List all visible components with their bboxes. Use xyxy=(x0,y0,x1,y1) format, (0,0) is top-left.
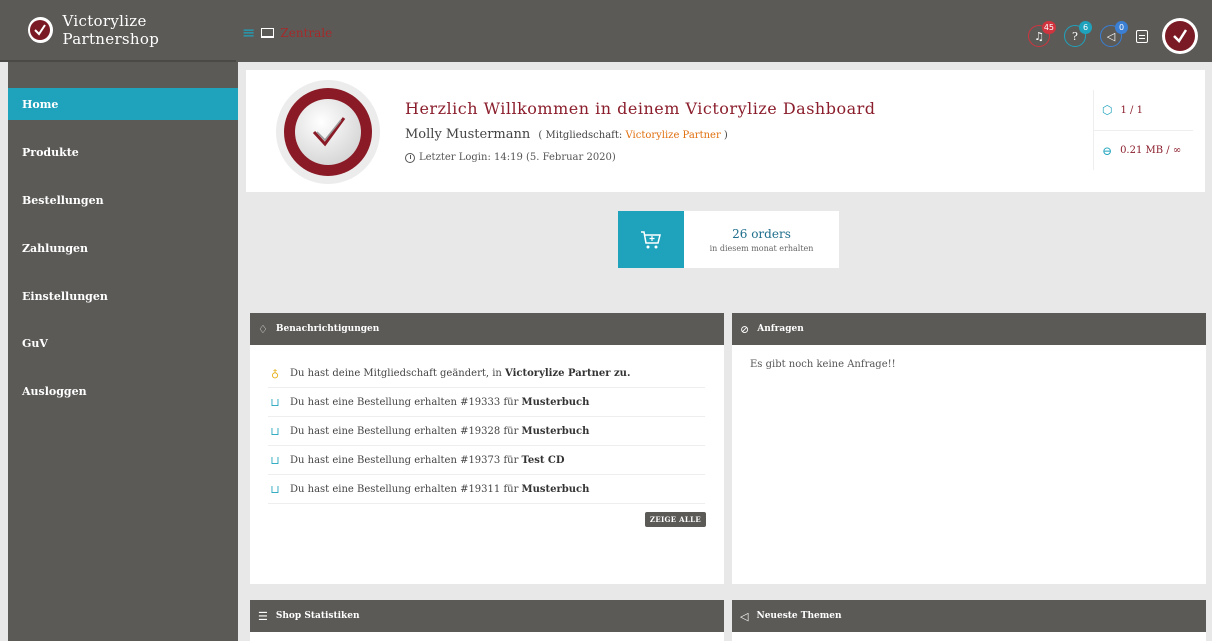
breadcrumb-current[interactable]: Zentrale xyxy=(280,26,332,40)
help-button[interactable]: ? 6 xyxy=(1064,21,1092,47)
shop-stats-header: ☰ Shop Statistiken xyxy=(250,600,724,632)
usage-stats: ⬡ 1 / 1 ⊖ 0.21 MB / ∞ xyxy=(1093,90,1193,170)
sidebar-item-bestellungen[interactable]: Bestellungen xyxy=(8,184,238,216)
cart-icon: ⊔ xyxy=(270,453,280,467)
menu-icon[interactable]: ≡ xyxy=(242,25,255,41)
megaphone-icon: ◁ xyxy=(740,609,749,623)
membership-info: ( Mitgliedschaft: Victorylize Partner ) xyxy=(538,130,728,141)
brand-name: Victorylize Partnershop xyxy=(62,12,160,48)
orders-subtitle: in diesem monat erhalten xyxy=(709,243,814,253)
sidebar-item-guv[interactable]: GuV xyxy=(8,327,238,359)
announcements-button[interactable]: ◁ 0 xyxy=(1100,21,1128,47)
help-badge: 6 xyxy=(1079,21,1092,34)
list-item[interactable]: ♁ Du hast deine Mitgliedschaft geändert,… xyxy=(268,359,705,388)
requests-header: ⊘ Anfragen xyxy=(732,313,1206,345)
notifications-list: ♁ Du hast deine Mitgliedschaft geändert,… xyxy=(268,359,705,504)
sidebar-item-einstellungen[interactable]: Einstellungen xyxy=(8,280,238,312)
sidebar: Home Produkte Bestellungen Zahlungen Ein… xyxy=(8,62,238,641)
notifications-panel: ♢ Benachrichtigungen ♁ Du hast deine Mit… xyxy=(250,313,724,584)
cart-icon: ⊔ xyxy=(270,395,280,409)
sidebar-item-ausloggen[interactable]: Ausloggen xyxy=(8,375,238,407)
cart-icon: ⊔ xyxy=(270,482,280,496)
storage-stat: ⊖ 0.21 MB / ∞ xyxy=(1094,130,1193,170)
document-icon[interactable] xyxy=(1136,29,1148,43)
list-item[interactable]: ⊔ Du hast eine Bestellung erhalten #1933… xyxy=(268,388,705,417)
bell-icon: ♢ xyxy=(258,322,268,336)
notifications-header: ♢ Benachrichtigungen xyxy=(250,313,724,345)
dashboard-icon xyxy=(261,28,275,38)
orders-count: 26 orders xyxy=(732,226,791,241)
user-name: Molly Mustermann xyxy=(405,127,531,142)
latest-topics-header: ◁ Neueste Themen xyxy=(732,600,1206,632)
brand[interactable]: Victorylize Partnershop xyxy=(0,0,236,62)
notifications-badge: 45 xyxy=(1041,21,1056,34)
notifications-button[interactable]: ♫ 45 xyxy=(1028,21,1056,47)
sidebar-item-zahlungen[interactable]: Zahlungen xyxy=(8,232,238,264)
brand-logo xyxy=(28,17,53,43)
welcome-title: Herzlich Willkommen in deinem Victoryliz… xyxy=(405,99,876,118)
empty-requests-message: Es gibt noch keine Anfrage!! xyxy=(750,359,896,370)
welcome-card: Herzlich Willkommen in deinem Victoryliz… xyxy=(246,70,1205,192)
last-login: Letzter Login: 14:19 (5. Februar 2020) xyxy=(405,152,616,163)
megaphone-icon: ◁ xyxy=(1106,29,1116,43)
announcements-badge: 0 xyxy=(1115,21,1128,34)
show-all-button[interactable]: ZEIGE ALLE xyxy=(644,512,706,527)
cart-icon: ⊔ xyxy=(270,424,280,438)
list-icon: ☰ xyxy=(258,609,268,623)
question-icon: ? xyxy=(1072,29,1078,43)
latest-topics-panel: ◁ Neueste Themen xyxy=(732,600,1206,641)
membership-link[interactable]: Victorylize Partner xyxy=(625,130,720,141)
sidebar-item-home[interactable]: Home xyxy=(8,88,238,120)
top-icons: ♫ 45 ? 6 ◁ 0 xyxy=(1028,18,1198,54)
breadcrumb: ≡ Zentrale xyxy=(242,25,332,41)
company-logo xyxy=(276,80,380,184)
drive-icon: ⊖ xyxy=(1102,143,1113,158)
cube-icon: ⬡ xyxy=(1102,103,1113,117)
list-item[interactable]: ⊔ Du hast eine Bestellung erhalten #1931… xyxy=(268,475,705,504)
products-stat: ⬡ 1 / 1 xyxy=(1102,103,1143,117)
requests-panel: ⊘ Anfragen Es gibt noch keine Anfrage!! xyxy=(732,313,1206,584)
top-bar: Victorylize Partnershop ≡ Zentrale ♫ 45 … xyxy=(0,0,1212,62)
shop-stats-panel: ☰ Shop Statistiken xyxy=(250,600,724,641)
list-item[interactable]: ⊔ Du hast eine Bestellung erhalten #1937… xyxy=(268,446,705,475)
list-item[interactable]: ⊔ Du hast eine Bestellung erhalten #1932… xyxy=(268,417,705,446)
sidebar-item-produkte[interactable]: Produkte xyxy=(8,136,238,168)
user-info: Molly Mustermann ( Mitgliedschaft: Victo… xyxy=(405,127,728,142)
clock-icon xyxy=(405,152,415,163)
avatar[interactable] xyxy=(1162,18,1198,54)
question-icon: ⊘ xyxy=(740,322,750,336)
orders-card[interactable]: 26 orders in diesem monat erhalten xyxy=(618,211,839,268)
cart-icon xyxy=(618,211,684,268)
user-icon: ♁ xyxy=(270,366,280,380)
